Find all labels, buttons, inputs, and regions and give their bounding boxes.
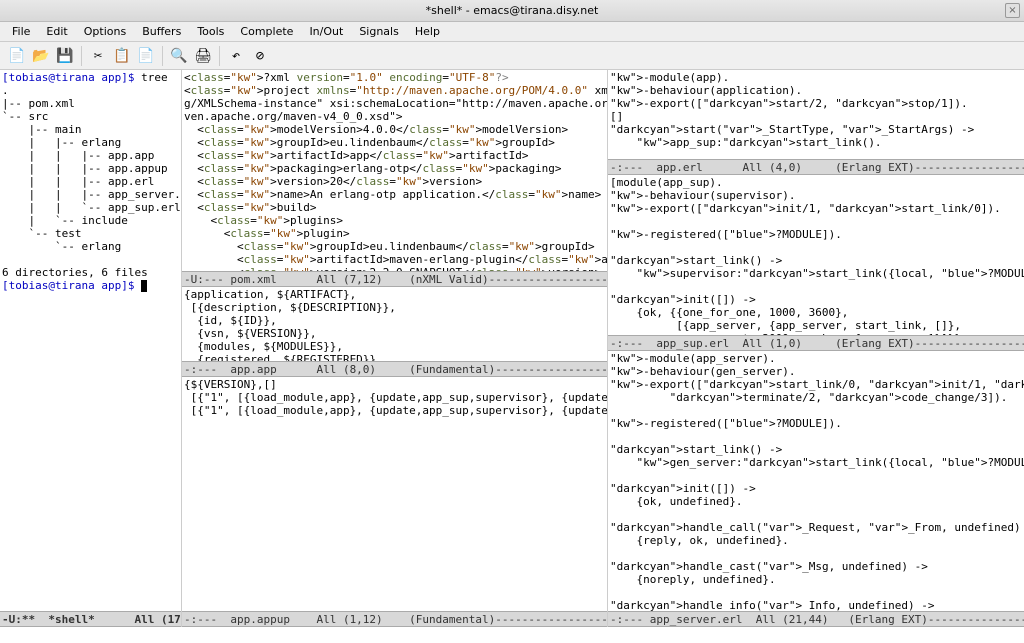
right-column: "kw">-module(app). "kw">-behaviour(appli…: [608, 70, 1024, 627]
appapp-modeline: -:--- app.app All (8,0) (Fundamental)---…: [182, 361, 607, 377]
workspace: [tobias@tirana app]$ tree . |-- pom.xml …: [0, 70, 1024, 627]
window-title: *shell* - emacs@tirana.disy.net: [426, 4, 599, 17]
appsup-modeline: -:--- app_sup.erl All (1,0) (Erlang EXT)…: [608, 335, 1024, 351]
appserver-modeline: -:--- app_server.erl All (21,44) (Erlang…: [608, 611, 1024, 627]
menu-help[interactable]: Help: [407, 23, 448, 40]
pom-modeline: -U:--- pom.xml All (7,12) (nXML Valid)--…: [182, 271, 607, 287]
middle-column: <class="kw">?xml version="1.0" encoding=…: [182, 70, 608, 627]
print-icon[interactable]: 🖨: [192, 45, 214, 67]
appappup-pane[interactable]: {${VERSION},[] [{"1", [{load_module,app}…: [182, 377, 607, 611]
shell-modeline: -U:** *shell* All (17,21): [0, 611, 181, 627]
copy-icon[interactable]: 📋: [111, 45, 133, 67]
menu-complete[interactable]: Complete: [232, 23, 301, 40]
open-file-icon[interactable]: 📂: [30, 45, 52, 67]
save-icon[interactable]: 💾: [54, 45, 76, 67]
new-file-icon[interactable]: 📄: [6, 45, 28, 67]
close-icon[interactable]: ×: [1005, 3, 1020, 18]
window-titlebar: *shell* - emacs@tirana.disy.net ×: [0, 0, 1024, 22]
cut-icon[interactable]: ✂: [87, 45, 109, 67]
pom-pane[interactable]: <class="kw">?xml version="1.0" encoding=…: [182, 70, 607, 271]
search-icon[interactable]: 🔍: [168, 45, 190, 67]
apperl-pane[interactable]: "kw">-module(app). "kw">-behaviour(appli…: [608, 70, 1024, 159]
menu-buffers[interactable]: Buffers: [134, 23, 189, 40]
paste-icon[interactable]: 📄: [135, 45, 157, 67]
appserver-pane[interactable]: "kw">-module(app_server). "kw">-behaviou…: [608, 351, 1024, 611]
menu-bar: File Edit Options Buffers Tools Complete…: [0, 22, 1024, 42]
menu-signals[interactable]: Signals: [351, 23, 407, 40]
separator: [162, 46, 163, 66]
menu-tools[interactable]: Tools: [189, 23, 232, 40]
cancel-icon[interactable]: ⊘: [249, 45, 271, 67]
shell-pane[interactable]: [tobias@tirana app]$ tree . |-- pom.xml …: [0, 70, 181, 611]
tool-bar: 📄 📂 💾 ✂ 📋 📄 🔍 🖨 ↶ ⊘: [0, 42, 1024, 70]
separator: [81, 46, 82, 66]
menu-inout[interactable]: In/Out: [301, 23, 351, 40]
apperl-modeline: -:--- app.erl All (4,0) (Erlang EXT)----…: [608, 159, 1024, 175]
shell-column: [tobias@tirana app]$ tree . |-- pom.xml …: [0, 70, 182, 627]
appsup-pane[interactable]: [module(app_sup). "kw">-behaviour(superv…: [608, 175, 1024, 335]
minibuffer[interactable]: [0, 627, 1024, 643]
menu-edit[interactable]: Edit: [38, 23, 75, 40]
menu-file[interactable]: File: [4, 23, 38, 40]
undo-icon[interactable]: ↶: [225, 45, 247, 67]
appappup-modeline: -:--- app.appup All (1,12) (Fundamental)…: [182, 611, 607, 627]
menu-options[interactable]: Options: [76, 23, 134, 40]
separator: [219, 46, 220, 66]
appapp-pane[interactable]: {application, ${ARTIFACT}, [{description…: [182, 287, 607, 361]
